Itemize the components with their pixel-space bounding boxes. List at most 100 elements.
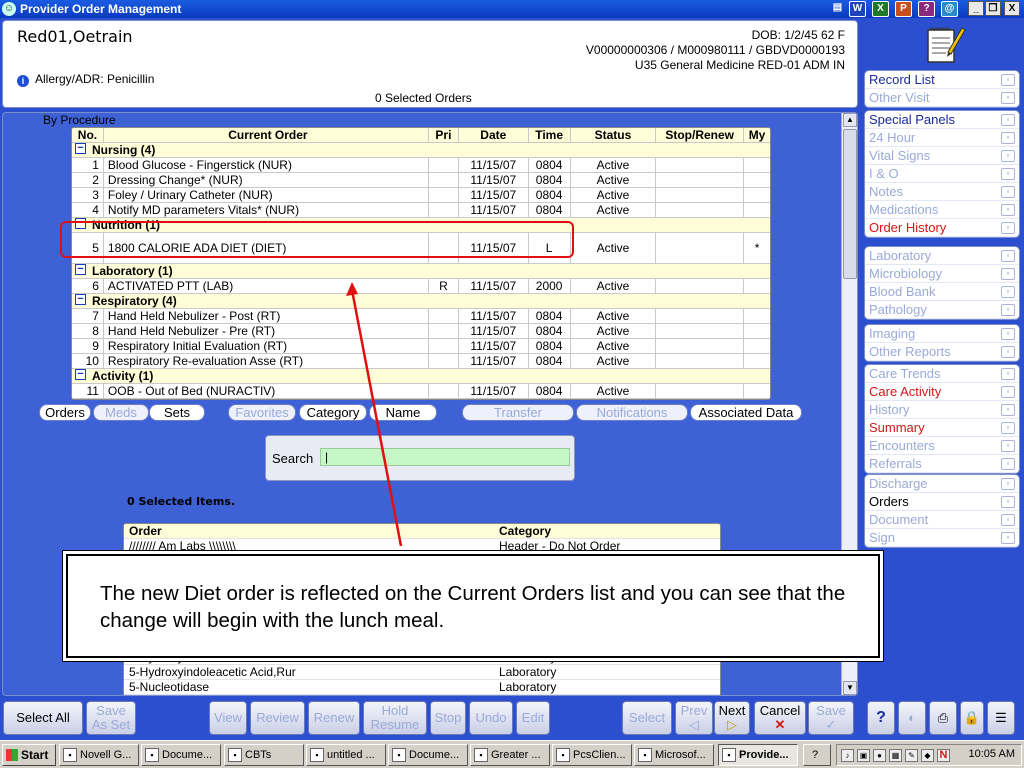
nav-item-notes[interactable]: Notes ▫: [865, 183, 1019, 201]
taskbar-button[interactable]: ▪ Docume...: [141, 744, 221, 766]
order-row[interactable]: 9 Respiratory Initial Evaluation (RT) 11/1…: [72, 339, 770, 354]
shield-icon[interactable]: ◆: [921, 749, 934, 762]
taskbar-button[interactable]: ▪ PcsClien...: [552, 744, 632, 766]
connect-button[interactable]: ◐: [898, 701, 926, 735]
next-button[interactable]: Next ▷: [714, 701, 750, 735]
tab-category[interactable]: Category: [299, 404, 367, 421]
review-button[interactable]: Review: [250, 701, 305, 735]
order-row[interactable]: 6 ACTIVATED PTT (LAB) R 11/15/07 2000 Active: [72, 279, 770, 294]
tab-orders[interactable]: Orders: [39, 404, 91, 421]
antivirus-icon[interactable]: ●: [873, 749, 886, 762]
order-group-header[interactable]: − Activity (1): [72, 369, 770, 384]
scroll-down-arrow[interactable]: ▼: [843, 681, 857, 695]
associated-data-button[interactable]: Associated Data: [690, 404, 802, 421]
cancel-button[interactable]: Cancel ✕: [754, 701, 806, 735]
order-row[interactable]: 5 1800 CALORIE ADA DIET (DIET) 11/15/07 L Ac…: [72, 233, 770, 264]
nav-item-record-list[interactable]: Record List ▫: [865, 71, 1019, 89]
nav-item-care-trends[interactable]: Care Trends ▫: [865, 365, 1019, 383]
lock-button[interactable]: 🔒: [960, 701, 984, 735]
order-row[interactable]: 7 Hand Held Nebulizer - Post (RT) 11/15/07…: [72, 309, 770, 324]
taskbar-button[interactable]: ▪ untitled ...: [306, 744, 386, 766]
patient-name[interactable]: Red01,Oetrain: [17, 27, 133, 46]
pen-icon[interactable]: ✎: [905, 749, 918, 762]
help-tray-icon[interactable]: ?: [803, 744, 831, 766]
taskbar-button[interactable]: ▪ Novell G...: [59, 744, 139, 766]
excel-icon[interactable]: X: [872, 1, 889, 17]
novell-icon[interactable]: N: [937, 749, 950, 762]
menu-button[interactable]: ☰: [987, 701, 1015, 735]
tab-meds[interactable]: Meds: [93, 404, 149, 421]
order-row[interactable]: 1 Blood Glucose - Fingerstick (NUR) 11/15/…: [72, 158, 770, 173]
powerpoint-icon[interactable]: P: [895, 1, 912, 17]
collapse-icon[interactable]: −: [75, 143, 86, 154]
scroll-up-arrow[interactable]: ▲: [843, 113, 857, 127]
order-row[interactable]: 10 Respiratory Re-evaluation Asse (RT) 11/…: [72, 354, 770, 369]
taskbar-button[interactable]: ▪ Greater ...: [470, 744, 550, 766]
hold-resume-button[interactable]: Hold Resume: [363, 701, 427, 735]
lookup-row[interactable]: //////// Am Labs \\\\\\\\ Header - Do No…: [124, 539, 720, 554]
tray-stack-icon[interactable]: ▤: [829, 1, 846, 17]
select-button[interactable]: Select: [622, 701, 672, 735]
undo-button[interactable]: Undo: [469, 701, 513, 735]
word-icon[interactable]: W: [849, 1, 866, 17]
nav-item-orders[interactable]: Orders ▫: [865, 493, 1019, 511]
prev-button[interactable]: Prev ◁: [675, 701, 713, 735]
col-status[interactable]: Status: [571, 128, 657, 142]
order-group-header[interactable]: − Laboratory (1): [72, 264, 770, 279]
select-all-button[interactable]: Select All: [3, 701, 83, 735]
col-pri[interactable]: Pri: [429, 128, 459, 142]
collapse-icon[interactable]: −: [75, 294, 86, 305]
nav-item-history[interactable]: History ▫: [865, 401, 1019, 419]
order-row[interactable]: 3 Foley / Urinary Catheter (NUR) 11/15/07 0…: [72, 188, 770, 203]
col-my[interactable]: My: [744, 128, 770, 142]
lookup-row[interactable]: 5-Nucleotidase Laboratory: [124, 680, 720, 695]
nav-item-encounters[interactable]: Encounters ▫: [865, 437, 1019, 455]
order-group-header[interactable]: − Nursing (4): [72, 143, 770, 158]
taskbar-button[interactable]: ▪ Microsof...: [634, 744, 714, 766]
col-date[interactable]: Date: [459, 128, 529, 142]
edit-button[interactable]: Edit: [516, 701, 550, 735]
order-row[interactable]: 4 Notify MD parameters Vitals* (NUR) 11/15…: [72, 203, 770, 218]
nav-item-other-visit[interactable]: Other Visit ▫: [865, 89, 1019, 107]
col-time[interactable]: Time: [529, 128, 571, 142]
nav-item-other-reports[interactable]: Other Reports ▫: [865, 343, 1019, 361]
nav-item-referrals[interactable]: Referrals ▫: [865, 455, 1019, 473]
tab-name[interactable]: Name: [369, 404, 437, 421]
tab-favorites[interactable]: Favorites: [228, 404, 296, 421]
nav-item-blood-bank[interactable]: Blood Bank ▫: [865, 283, 1019, 301]
nav-item-care-activity[interactable]: Care Activity ▫: [865, 383, 1019, 401]
help-icon[interactable]: ?: [918, 1, 935, 17]
order-group-header[interactable]: − Nutrition (1): [72, 218, 770, 233]
network-icon[interactable]: ▣: [857, 749, 870, 762]
taskbar-button[interactable]: ▪ Docume...: [388, 744, 468, 766]
nav-item-special-panels[interactable]: Special Panels ▫: [865, 111, 1019, 129]
nav-item-summary[interactable]: Summary ▫: [865, 419, 1019, 437]
volume-icon[interactable]: ♪: [841, 749, 854, 762]
minimize-button[interactable]: _: [968, 1, 984, 16]
order-row[interactable]: 11 OOB - Out of Bed (NURACTIV) 11/15/07 080…: [72, 384, 770, 399]
col-stop-renew[interactable]: Stop/Renew: [656, 128, 745, 142]
nav-item-order-history[interactable]: Order History ▫: [865, 219, 1019, 237]
nav-item-document[interactable]: Document ▫: [865, 511, 1019, 529]
search-input[interactable]: [320, 448, 570, 466]
tab-sets[interactable]: Sets: [149, 404, 205, 421]
notifications-button[interactable]: Notifications: [576, 404, 688, 421]
taskbar-button[interactable]: ▪ Provide...: [718, 744, 798, 766]
collapse-icon[interactable]: −: [75, 369, 86, 380]
print-button[interactable]: ⎙: [929, 701, 957, 735]
nav-item-i-o[interactable]: I & O ▫: [865, 165, 1019, 183]
display-icon[interactable]: ▦: [889, 749, 902, 762]
help-button[interactable]: ?: [867, 701, 895, 735]
collapse-icon[interactable]: −: [75, 264, 86, 275]
close-button[interactable]: X: [1004, 1, 1020, 16]
view-button[interactable]: View: [209, 701, 247, 735]
start-button[interactable]: Start: [2, 744, 56, 766]
nav-item-microbiology[interactable]: Microbiology ▫: [865, 265, 1019, 283]
renew-button[interactable]: Renew: [308, 701, 360, 735]
nav-item-vital-signs[interactable]: Vital Signs ▫: [865, 147, 1019, 165]
nav-item-pathology[interactable]: Pathology ▫: [865, 301, 1019, 319]
col-current-order[interactable]: Current Order: [104, 128, 429, 142]
stop-button[interactable]: Stop: [430, 701, 466, 735]
taskbar-button[interactable]: ▪ CBTs: [224, 744, 304, 766]
nav-item-discharge[interactable]: Discharge ▫: [865, 475, 1019, 493]
